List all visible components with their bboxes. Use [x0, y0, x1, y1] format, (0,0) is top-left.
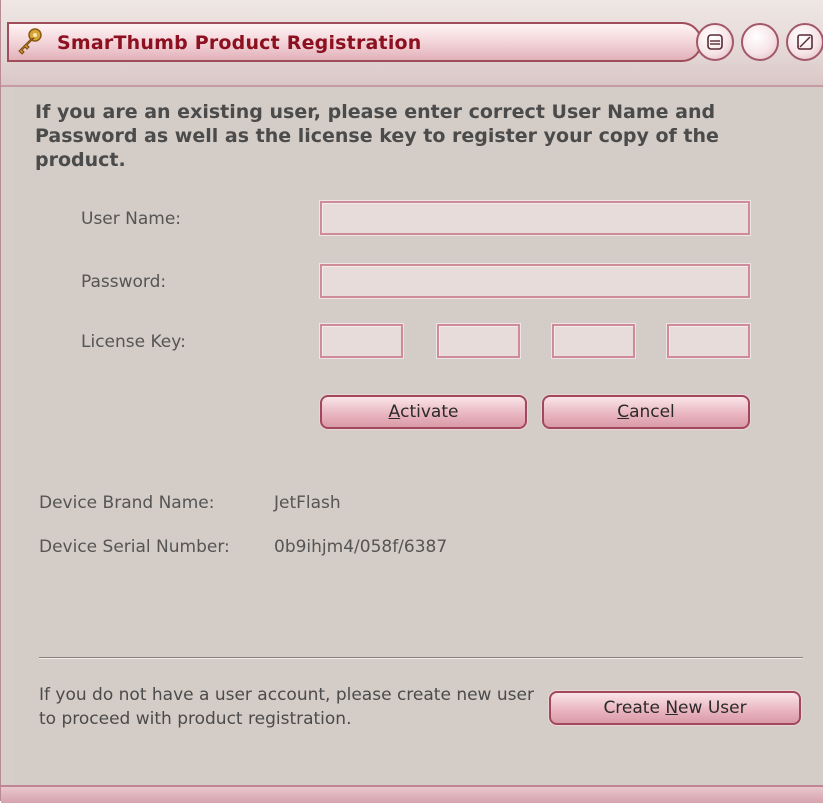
- username-label: User Name:: [81, 209, 182, 229]
- license-key-part-4[interactable]: [667, 324, 750, 358]
- username-field[interactable]: [320, 201, 750, 235]
- license-key-part-2[interactable]: [437, 324, 520, 358]
- bottom-border: [1, 785, 823, 803]
- window-title: SmarThumb Product Registration: [57, 32, 422, 54]
- cancel-accelerator: C: [617, 402, 630, 422]
- client-area: [13, 87, 823, 785]
- activate-label: ctivate: [400, 402, 459, 422]
- intro-text: If you are an existing user, please ente…: [35, 101, 719, 171]
- password-label: Password:: [81, 272, 167, 292]
- divider: [39, 657, 803, 659]
- title-bar[interactable]: SmarThumb Product Registration: [1, 0, 823, 87]
- restore-button[interactable]: [786, 23, 823, 61]
- device-brand-label: Device Brand Name:: [39, 493, 215, 513]
- cancel-button[interactable]: Cancel: [542, 395, 750, 429]
- license-key-label: License Key:: [81, 332, 186, 352]
- create-new-user-button[interactable]: Create New User: [549, 691, 801, 725]
- password-field[interactable]: [320, 264, 750, 298]
- activate-button[interactable]: Activate: [320, 395, 527, 429]
- minimize-button[interactable]: [696, 23, 734, 61]
- create-user-accelerator: N: [665, 698, 679, 718]
- maximize-button[interactable]: [741, 23, 779, 61]
- device-serial-value: 0b9ihjm4/058f/6387: [274, 537, 448, 557]
- activate-accelerator: A: [388, 402, 401, 422]
- registration-window: SmarThumb Product Registration If you ar…: [0, 0, 823, 803]
- key-icon: [13, 26, 45, 58]
- create-user-label-prefix: Create: [603, 698, 666, 718]
- license-key-part-1[interactable]: [320, 324, 403, 358]
- create-user-label: ew User: [678, 698, 747, 718]
- device-brand-value: JetFlash: [274, 493, 341, 513]
- create-user-hint: If you do not have a user account, pleas…: [39, 685, 534, 729]
- license-key-part-3[interactable]: [552, 324, 635, 358]
- device-serial-label: Device Serial Number:: [39, 537, 230, 557]
- cancel-label: ancel: [629, 402, 675, 422]
